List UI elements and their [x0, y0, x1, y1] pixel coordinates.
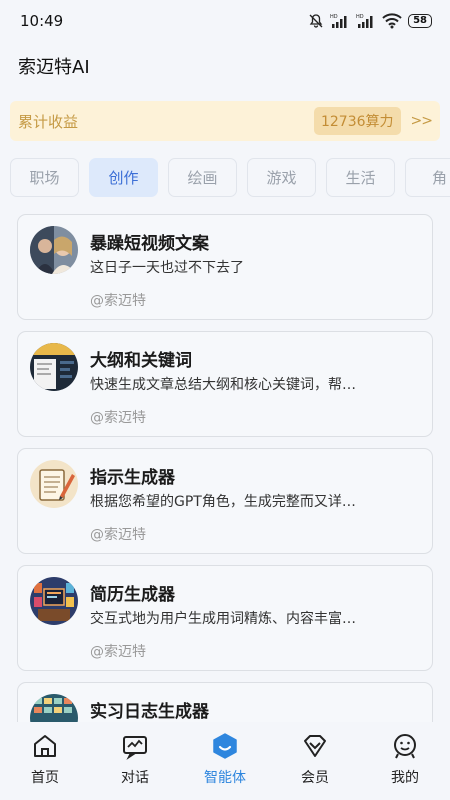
nav-chat-label: 对话 — [121, 770, 149, 786]
card-title: 实习日志生成器 — [90, 702, 209, 722]
nav-chat[interactable]: 对话 — [95, 732, 175, 800]
bottom-nav: 首页 对话 智能体 会员 我的 — [0, 722, 450, 800]
nav-profile[interactable]: 我的 — [365, 732, 445, 800]
vip-icon — [301, 732, 329, 764]
earnings-label: 累计收益 — [18, 112, 79, 131]
card-title: 简历生成器 — [90, 585, 175, 605]
earnings-banner[interactable]: 累计收益 12736算力 >> — [10, 101, 440, 141]
card-description: 交互式地为用户生成用词精炼、内容丰富… — [90, 611, 356, 627]
status-time: 10:49 — [20, 12, 64, 30]
status-bar: 10:49 HD HD 58 — [0, 0, 450, 42]
nav-agent[interactable]: 智能体 — [185, 732, 265, 800]
profile-icon — [391, 732, 419, 764]
tab-drawing[interactable]: 绘画 — [168, 158, 237, 197]
tab-life[interactable]: 生活 — [326, 158, 395, 197]
document-avatar — [30, 343, 78, 391]
earnings-value-badge: 12736算力 — [313, 107, 401, 135]
home-icon — [31, 732, 59, 764]
agent-card[interactable]: 大纲和关键词 快速生成文章总结大纲和核心关键词，帮… @索迈特 — [17, 331, 433, 437]
nav-vip-label: 会员 — [301, 770, 329, 786]
category-tabs: 职场 创作 绘画 游戏 生活 角 — [10, 158, 450, 198]
signal-icon: HD — [330, 13, 350, 29]
nav-agent-label: 智能体 — [204, 770, 246, 786]
card-author: @索迈特 — [90, 527, 146, 543]
card-author: @索迈特 — [90, 644, 146, 660]
signal-icon-2: HD — [356, 13, 376, 29]
card-author: @索迈特 — [90, 410, 146, 426]
tab-creation[interactable]: 创作 — [89, 158, 158, 197]
agent-card[interactable]: 暴躁短视频文案 这日子一天也过不下去了 @索迈特 — [17, 214, 433, 320]
chat-icon — [121, 732, 149, 764]
card-description: 根据您希望的GPT角色，生成完整而又详… — [90, 494, 356, 510]
desk-avatar — [30, 577, 78, 625]
svg-text:HD: HD — [356, 14, 364, 20]
card-title: 暴躁短视频文案 — [90, 234, 209, 254]
nav-vip[interactable]: 会员 — [275, 732, 355, 800]
photo-avatar — [30, 226, 78, 274]
mute-icon — [308, 13, 324, 29]
card-title: 指示生成器 — [90, 468, 175, 488]
agent-card[interactable]: 简历生成器 交互式地为用户生成用词精炼、内容丰富… @索迈特 — [17, 565, 433, 671]
agent-icon — [211, 732, 239, 764]
tab-role[interactable]: 角 — [405, 158, 450, 197]
wifi-icon — [382, 13, 402, 29]
card-description: 这日子一天也过不下去了 — [90, 260, 244, 276]
svg-text:HD: HD — [330, 14, 338, 20]
agent-list: 暴躁短视频文案 这日子一天也过不下去了 @索迈特 大纲和关键词 快速生成文章总结… — [17, 214, 433, 724]
board-avatar — [30, 694, 78, 724]
battery-indicator: 58 — [408, 14, 432, 28]
tab-workplace[interactable]: 职场 — [10, 158, 79, 197]
nav-home-label: 首页 — [31, 770, 59, 786]
tab-games[interactable]: 游戏 — [247, 158, 316, 197]
nav-home[interactable]: 首页 — [5, 732, 85, 800]
agent-card[interactable]: 实习日志生成器 — [17, 682, 433, 724]
earnings-more-link[interactable]: >> — [411, 113, 433, 129]
app-title: 索迈特AI — [18, 57, 90, 78]
agent-card[interactable]: 指示生成器 根据您希望的GPT角色，生成完整而又详… @索迈特 — [17, 448, 433, 554]
card-title: 大纲和关键词 — [90, 351, 192, 371]
notepad-avatar — [30, 460, 78, 508]
nav-profile-label: 我的 — [391, 770, 419, 786]
card-author: @索迈特 — [90, 293, 146, 309]
status-icons: HD HD 58 — [308, 13, 432, 29]
card-description: 快速生成文章总结大纲和核心关键词，帮… — [90, 377, 356, 393]
